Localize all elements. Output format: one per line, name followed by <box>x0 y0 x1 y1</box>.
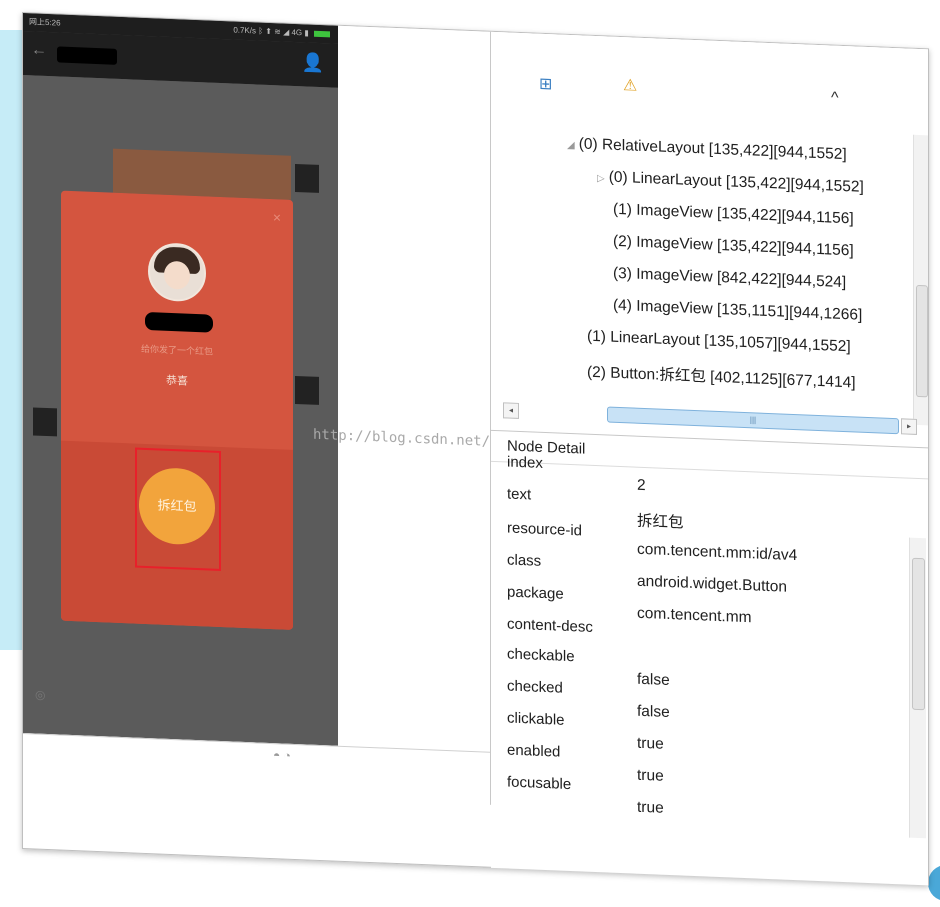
background-avatar <box>33 407 57 437</box>
tree-node-label: (1) ImageView [135,422][944,1156] <box>613 200 854 228</box>
status-icons: 0.7K/s ᛒ ⬆ ≋ ◢ 4G ▮ <box>233 25 309 38</box>
person-icon[interactable]: 👤 <box>302 52 324 74</box>
prop-name: clickable <box>507 709 565 729</box>
redacted-chat-title <box>57 46 117 65</box>
tree-node-label: (4) ImageView [135,1151][944,1266] <box>613 296 863 324</box>
tree-node-label: (3) ImageView [842,422][944,524] <box>613 264 847 292</box>
red-packet-dialog: × 给你发了一个红包 恭喜 拆红包 <box>61 190 293 630</box>
chat-area: × 给你发了一个红包 恭喜 拆红包 ◎ <box>23 75 338 746</box>
prop-name: index <box>507 453 543 472</box>
prop-name: checkable <box>507 645 575 666</box>
prop-name: enabled <box>507 741 561 761</box>
uiautomator-viewer-window: 网上5:26 0.7K/s ᛒ ⬆ ≋ ◢ 4G ▮ ← 👤 × 给你发了一个红… <box>22 12 929 886</box>
redacted-sender-name <box>145 311 213 333</box>
battery-icon <box>314 30 330 38</box>
bottom-left-icon: ◎ <box>35 687 46 702</box>
tree-node-label: (2) ImageView [135,422][944,1156] <box>613 232 854 260</box>
background-avatar <box>295 163 319 193</box>
prop-name: focusable <box>507 773 572 794</box>
detail-vertical-scrollbar[interactable] <box>909 537 926 839</box>
tree-node-label: (1) LinearLayout [135,1057][944,1552] <box>587 327 851 356</box>
tree-node-row[interactable]: (1) ImageView [135,422][944,1156] <box>613 201 854 229</box>
prop-value[interactable]: true <box>637 735 664 754</box>
tree-vertical-scrollbar[interactable] <box>913 134 928 426</box>
avatar-face <box>164 260 190 290</box>
expand-all-icon[interactable]: ⊞ <box>539 74 552 95</box>
red-packet-message: 恭喜 <box>166 374 188 388</box>
detail-vertical-scroll-thumb[interactable] <box>912 557 925 711</box>
prop-name: checked <box>507 677 563 697</box>
screenshot-page: 网上5:26 0.7K/s ᛒ ⬆ ≋ ◢ 4G ▮ ← 👤 × 给你发了一个红… <box>0 0 940 907</box>
prop-value[interactable]: true <box>637 799 664 818</box>
tree-node-row[interactable]: (2) Button:拆红包 [402,1125][677,1414] <box>587 360 856 393</box>
device-panel-icons: ◓ ◔ <box>273 748 291 763</box>
prop-name: text <box>507 485 532 504</box>
status-time: 网上5:26 <box>29 17 61 28</box>
prop-value[interactable]: 拆红包 <box>637 509 684 533</box>
prop-value[interactable]: com.tencent.mm <box>637 605 752 628</box>
tree-node-row[interactable]: (2) ImageView [135,422][944,1156] <box>613 233 854 261</box>
tree-node-label: (0) LinearLayout [135,422][944,1552] <box>608 168 864 196</box>
prop-name: content-desc <box>507 615 593 636</box>
phone-screen: 网上5:26 0.7K/s ᛒ ⬆ ≋ ◢ 4G ▮ ← 👤 × 给你发了一个红… <box>23 13 338 746</box>
tree-node-row[interactable]: ▷ (0) LinearLayout [135,422][944,1552] <box>597 168 864 197</box>
detail-divider <box>491 460 928 480</box>
scroll-left-arrow-icon[interactable]: ◂ <box>503 402 519 419</box>
prop-value[interactable]: false <box>637 703 670 722</box>
tree-node-row[interactable]: (3) ImageView [842,422][944,524] <box>613 265 846 292</box>
tree-node-label: (0) RelativeLayout [135,422][944,1552] <box>578 135 847 164</box>
device-screenshot-panel: 网上5:26 0.7K/s ᛒ ⬆ ≋ ◢ 4G ▮ ← 👤 × 给你发了一个红… <box>23 13 491 806</box>
background-avatar <box>295 375 319 405</box>
tree-node-row[interactable]: ◢ (0) RelativeLayout [135,422][944,1552] <box>567 135 847 164</box>
sender-subtitle: 给你发了一个红包 <box>140 343 213 357</box>
tree-node-row[interactable]: (4) ImageView [135,1151][944,1266] <box>613 297 862 325</box>
scroll-right-arrow-icon[interactable]: ▸ <box>901 418 917 435</box>
hierarchy-tree: ◢ (0) RelativeLayout [135,422][944,1552] … <box>505 102 923 440</box>
tree-collapsed-arrow-icon[interactable]: ▷ <box>597 173 605 184</box>
collapse-caret-icon[interactable]: ^ <box>831 89 839 107</box>
prop-value[interactable]: false <box>637 671 670 690</box>
prop-name: package <box>507 583 564 603</box>
background-message-bubble <box>113 148 291 200</box>
tree-expanded-arrow-icon[interactable]: ◢ <box>567 140 575 151</box>
tree-vertical-scroll-thumb[interactable] <box>916 284 928 398</box>
prop-value[interactable]: com.tencent.mm:id/av4 <box>637 541 797 565</box>
inspector-column: ⊞ ⚠ ^ ◢ (0) RelativeLayout [135,422][944,… <box>491 31 928 886</box>
device-panel-bottom-bar: ◓ ◔ <box>23 733 490 806</box>
avatar <box>148 242 206 303</box>
node-detail-panel: Node Detail index 2 text 拆红包 resource-id… <box>491 429 928 886</box>
decorative-circle <box>928 865 940 901</box>
prop-value[interactable]: 2 <box>637 477 646 495</box>
prop-value[interactable]: android.widget.Button <box>637 573 787 597</box>
close-icon[interactable]: × <box>273 209 281 225</box>
selected-node-highlight <box>135 447 221 571</box>
tree-node-row[interactable]: (1) LinearLayout [135,1057][944,1552] <box>587 328 851 357</box>
back-arrow-icon[interactable]: ← <box>31 41 47 60</box>
prop-name: class <box>507 551 542 570</box>
prop-name: resource-id <box>507 519 583 540</box>
tree-node-label: (2) Button:拆红包 [402,1125][677,1414] <box>587 363 856 392</box>
warning-icon[interactable]: ⚠ <box>623 75 637 96</box>
prop-value[interactable]: true <box>637 767 664 786</box>
